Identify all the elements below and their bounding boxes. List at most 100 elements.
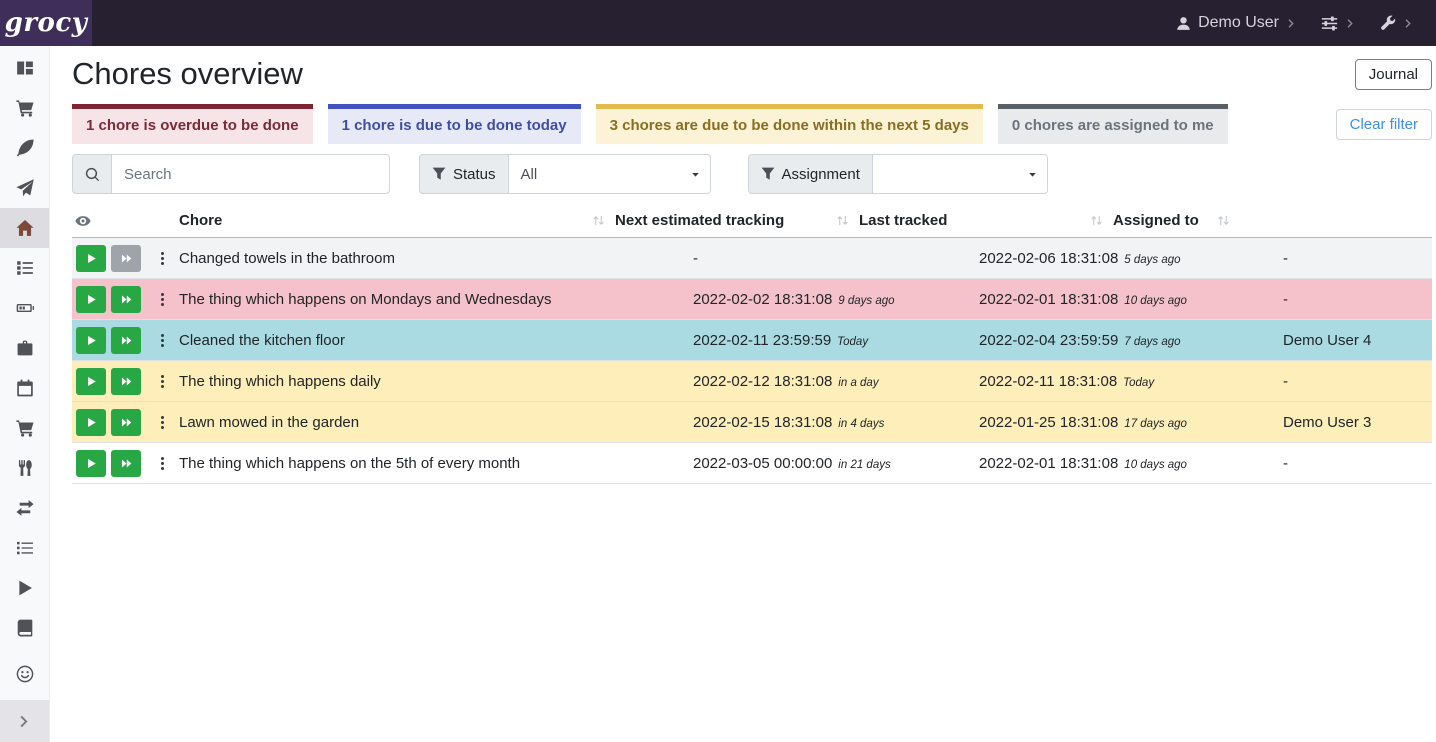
assignment-filter-group: Assignment — [748, 154, 1048, 194]
last-tracked-time: 2022-02-04 23:59:59 — [979, 332, 1118, 349]
sidebar-item-book[interactable] — [0, 608, 49, 648]
chevron-right-icon — [1345, 18, 1356, 29]
row-actions — [72, 409, 179, 436]
status-filter-addon: Status — [419, 154, 509, 194]
track-chore-button[interactable] — [76, 409, 106, 436]
row-actions — [72, 327, 179, 354]
table-row: The thing which happens on Mondays and W… — [72, 279, 1432, 320]
dashboard-icon — [16, 59, 34, 77]
status-banner-due-today[interactable]: 1 chore is due to be done today — [328, 104, 581, 144]
status-banner-assigned-me[interactable]: 0 chores are assigned to me — [998, 104, 1228, 144]
user-menu[interactable]: Demo User — [1176, 14, 1297, 32]
journal-button[interactable]: Journal — [1355, 59, 1432, 90]
sidebar-item-cart[interactable] — [0, 408, 49, 448]
row-menu-button[interactable] — [151, 292, 174, 307]
sidebar-item-calendar[interactable] — [0, 368, 49, 408]
sidebar-item-dashboard[interactable] — [0, 48, 49, 88]
track-chore-button[interactable] — [76, 450, 106, 477]
last-tracked-relative: 17 days ago — [1124, 418, 1187, 430]
status-selected-value: All — [521, 166, 538, 183]
skip-chore-button[interactable] — [111, 368, 141, 395]
row-menu-button[interactable] — [151, 415, 174, 430]
sidebar-item-smiley[interactable] — [0, 654, 49, 694]
column-header-last-tracked[interactable]: Last tracked — [859, 212, 1113, 229]
next-tracking-relative: in 21 days — [838, 459, 890, 471]
column-header-assigned-to[interactable]: Assigned to — [1113, 212, 1240, 229]
row-menu-button[interactable] — [151, 333, 174, 348]
battery-icon — [16, 299, 34, 317]
chores-table: Chore Next estimated tracking Last track… — [72, 204, 1432, 484]
status-select[interactable]: All — [509, 154, 711, 194]
skip-chore-button[interactable] — [111, 450, 141, 477]
table-row: Lawn mowed in the garden 2022-02-15 18:3… — [72, 402, 1432, 443]
skip-chore-button[interactable] — [111, 286, 141, 313]
sidebar-item-home[interactable] — [0, 208, 49, 248]
sidebar-item-briefcase[interactable] — [0, 328, 49, 368]
sidebar-collapse-toggle[interactable] — [0, 700, 49, 742]
ellipsis-icon — [155, 251, 170, 266]
skip-chore-button[interactable] — [111, 245, 141, 272]
fast-forward-icon — [121, 335, 132, 346]
last-tracked-time: 2022-02-11 18:31:08 — [979, 373, 1117, 390]
track-chore-button[interactable] — [76, 245, 106, 272]
assigned-to: - — [1283, 291, 1432, 308]
sliders-icon — [1321, 15, 1338, 32]
track-chore-button[interactable] — [76, 327, 106, 354]
row-menu-button[interactable] — [151, 456, 174, 471]
chevron-right-icon — [17, 714, 32, 729]
track-chore-button[interactable] — [76, 286, 106, 313]
sidebar-item-battery[interactable] — [0, 288, 49, 328]
assignment-select[interactable] — [873, 154, 1048, 194]
last-tracked-time: 2022-02-01 18:31:08 — [979, 455, 1118, 472]
chore-name: Cleaned the kitchen floor — [179, 332, 693, 349]
column-header-next-tracking[interactable]: Next estimated tracking — [615, 212, 859, 229]
settings-menu[interactable] — [1321, 15, 1356, 32]
ellipsis-icon — [155, 415, 170, 430]
table-header: Chore Next estimated tracking Last track… — [72, 204, 1432, 238]
status-banner-due-soon[interactable]: 3 chores are due to be done within the n… — [596, 104, 983, 144]
next-tracking-time: 2022-02-15 18:31:08 — [693, 414, 832, 431]
table-row: Cleaned the kitchen floor 2022-02-11 23:… — [72, 320, 1432, 361]
toggle-visibility-button[interactable] — [72, 213, 179, 229]
row-actions — [72, 450, 179, 477]
status-banner-overdue[interactable]: 1 chore is overdue to be done — [72, 104, 313, 144]
skip-chore-button[interactable] — [111, 409, 141, 436]
table-row: The thing which happens on the 5th of ev… — [72, 443, 1432, 484]
track-chore-button[interactable] — [76, 368, 106, 395]
search-input[interactable] — [112, 154, 390, 194]
caret-down-icon — [1027, 169, 1038, 180]
row-actions — [72, 368, 179, 395]
assigned-to: Demo User 3 — [1283, 414, 1432, 431]
clear-filter-button[interactable]: Clear filter — [1336, 109, 1432, 140]
tools-menu[interactable] — [1380, 15, 1414, 31]
sidebar-nav — [0, 46, 49, 648]
sort-icon — [1217, 214, 1230, 227]
row-menu-button[interactable] — [151, 374, 174, 389]
sidebar-item-utensils[interactable] — [0, 448, 49, 488]
chevron-right-icon — [1403, 18, 1414, 29]
feather-icon — [16, 139, 34, 157]
row-menu-button[interactable] — [151, 251, 174, 266]
assignment-filter-addon: Assignment — [748, 154, 873, 194]
caret-down-icon — [690, 169, 701, 180]
column-header-chore[interactable]: Chore — [179, 212, 615, 229]
next-tracking-relative: in a day — [838, 377, 878, 389]
sidebar-item-cart[interactable] — [0, 88, 49, 128]
sidebar-item-play[interactable] — [0, 568, 49, 608]
chore-name: Changed towels in the bathroom — [179, 250, 693, 267]
skip-chore-button[interactable] — [111, 327, 141, 354]
row-actions — [72, 286, 179, 313]
table-row: The thing which happens daily 2022-02-12… — [72, 361, 1432, 402]
sidebar-item-tasks[interactable] — [0, 248, 49, 288]
sidebar-item-feather[interactable] — [0, 128, 49, 168]
tasks-icon — [16, 259, 34, 277]
fast-forward-icon — [121, 376, 132, 387]
smiley-icon — [16, 665, 34, 683]
app-logo[interactable]: grocy — [0, 0, 92, 46]
next-tracking-time: - — [693, 250, 698, 267]
sidebar-item-paper-plane[interactable] — [0, 168, 49, 208]
sidebar-item-exchange[interactable] — [0, 488, 49, 528]
sort-icon — [836, 214, 849, 227]
paper-plane-icon — [16, 179, 34, 197]
sidebar-item-list[interactable] — [0, 528, 49, 568]
